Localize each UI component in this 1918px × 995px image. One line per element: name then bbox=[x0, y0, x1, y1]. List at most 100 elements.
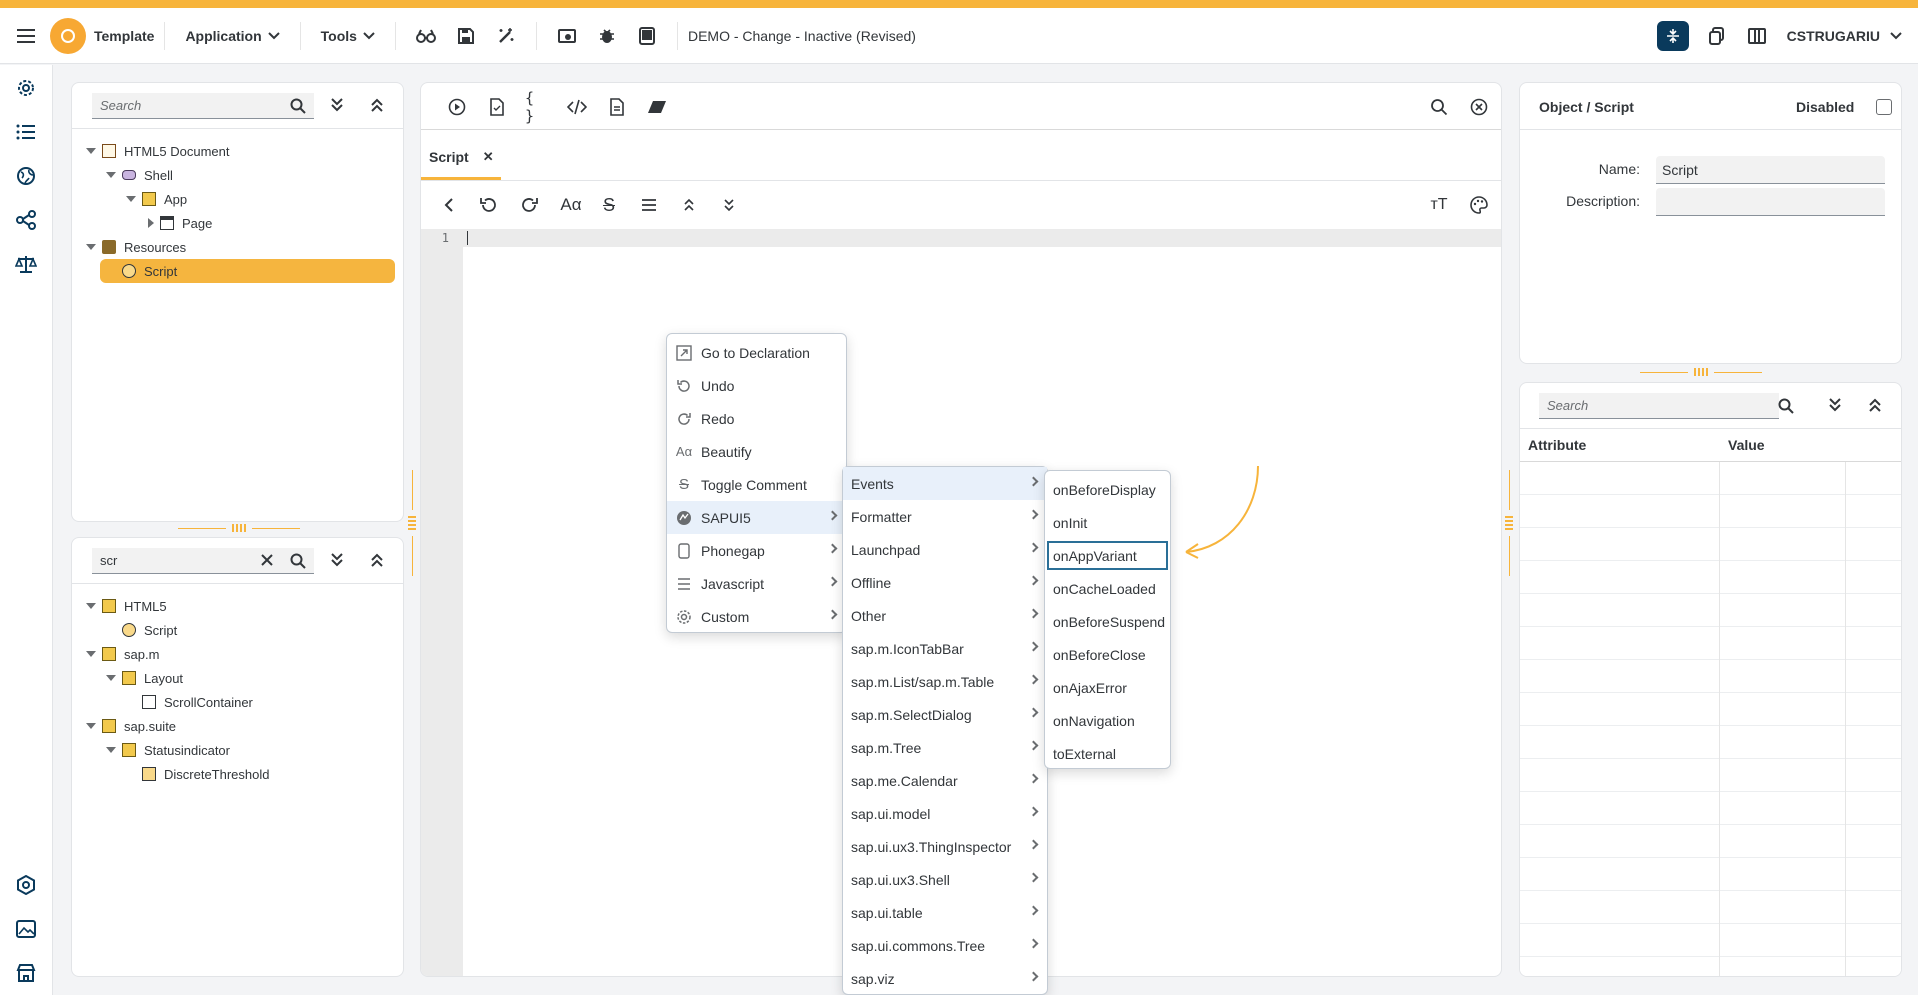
palette-icon[interactable] bbox=[1467, 193, 1491, 217]
search-icon[interactable] bbox=[290, 553, 306, 569]
menu-item-undo[interactable]: Undo bbox=[667, 369, 846, 402]
tree-node-scrollcontainer[interactable]: ScrollContainer bbox=[142, 690, 253, 714]
gear-icon[interactable] bbox=[13, 75, 39, 101]
vertical-splitter-right[interactable] bbox=[1504, 470, 1514, 576]
hexagon-icon[interactable] bbox=[13, 872, 39, 898]
submenu-item[interactable]: Events bbox=[843, 467, 1047, 500]
columns-icon[interactable] bbox=[1737, 27, 1777, 44]
tree-search-input[interactable]: Search bbox=[92, 93, 314, 119]
image-icon[interactable] bbox=[13, 916, 39, 942]
submenu-item[interactable]: sap.ui.table bbox=[843, 896, 1047, 929]
menu-item-beautify[interactable]: Aα Beautify bbox=[667, 435, 846, 468]
submenu-item[interactable]: Other bbox=[843, 599, 1047, 632]
font-size-icon[interactable]: ᴛT bbox=[1427, 193, 1451, 217]
event-item[interactable]: onBeforeDisplay bbox=[1045, 473, 1170, 506]
bug-icon[interactable] bbox=[587, 27, 627, 45]
eraser-icon[interactable] bbox=[645, 95, 669, 119]
tree-node-statusindicator[interactable]: Statusindicator bbox=[106, 738, 230, 762]
clear-icon[interactable] bbox=[260, 553, 274, 567]
expand-triangle-icon[interactable] bbox=[106, 747, 116, 753]
submenu-item[interactable]: sap.ui.ux3.ThingInspector bbox=[843, 830, 1047, 863]
event-item[interactable]: onAjaxError bbox=[1045, 671, 1170, 704]
event-item-focused[interactable]: onAppVariant bbox=[1047, 541, 1168, 570]
unfold-all-icon[interactable] bbox=[717, 193, 741, 217]
horizontal-splitter[interactable] bbox=[1640, 368, 1762, 376]
close-circle-icon[interactable] bbox=[1467, 95, 1491, 119]
tablet-icon[interactable] bbox=[627, 26, 667, 45]
app-logo[interactable] bbox=[50, 17, 86, 54]
save-icon[interactable] bbox=[446, 27, 486, 45]
collapse-all-icon[interactable] bbox=[370, 552, 384, 568]
expand-triangle-icon[interactable] bbox=[126, 196, 136, 202]
submenu-item[interactable]: sap.me.Calendar bbox=[843, 764, 1047, 797]
submenu-item[interactable]: sap.m.Tree bbox=[843, 731, 1047, 764]
menu-item-sapui5[interactable]: SAPUI5 bbox=[667, 501, 846, 534]
menu-item-go-to-declaration[interactable]: Go to Declaration bbox=[667, 336, 846, 369]
event-item[interactable]: onBeforeSuspend bbox=[1045, 605, 1170, 638]
code-icon[interactable] bbox=[565, 95, 589, 119]
tab-script[interactable]: Script ✕ bbox=[429, 139, 494, 175]
submenu-item[interactable]: Launchpad bbox=[843, 533, 1047, 566]
menu-item-javascript[interactable]: Javascript bbox=[667, 567, 846, 600]
tools-menu-button[interactable]: Tools bbox=[311, 28, 385, 44]
list-icon[interactable] bbox=[13, 119, 39, 145]
expand-triangle-icon[interactable] bbox=[86, 244, 96, 250]
expand-all-icon[interactable] bbox=[330, 552, 344, 568]
hamburger-menu-icon[interactable] bbox=[0, 8, 52, 63]
expand-triangle-icon[interactable] bbox=[86, 651, 96, 657]
expand-triangle-icon[interactable] bbox=[106, 172, 116, 178]
submenu-item[interactable]: sap.m.SelectDialog bbox=[843, 698, 1047, 731]
toggle-layout-icon[interactable] bbox=[1656, 20, 1689, 51]
menu-item-toggle-comment[interactable]: S Toggle Comment bbox=[667, 468, 846, 501]
user-name[interactable]: CSTRUGARIU bbox=[1787, 28, 1880, 44]
event-item[interactable]: onCacheLoaded bbox=[1045, 572, 1170, 605]
search-icon[interactable] bbox=[290, 98, 306, 114]
menu-item-phonegap[interactable]: Phonegap bbox=[667, 534, 846, 567]
search-icon[interactable] bbox=[1778, 398, 1794, 414]
chevron-left-icon[interactable] bbox=[437, 193, 461, 217]
event-item[interactable]: onBeforeClose bbox=[1045, 638, 1170, 671]
description-field[interactable] bbox=[1656, 188, 1885, 216]
tree-node-sap-suite[interactable]: sap.suite bbox=[86, 714, 176, 738]
copy-icon[interactable] bbox=[1697, 26, 1737, 45]
collapsed-triangle-icon[interactable] bbox=[148, 218, 154, 228]
disabled-checkbox[interactable] bbox=[1876, 99, 1892, 115]
submenu-item[interactable]: sap.ui.commons.Tree bbox=[843, 929, 1047, 962]
name-field[interactable]: Script bbox=[1656, 156, 1885, 184]
app-title[interactable]: Template bbox=[94, 28, 154, 44]
tree-node-html5-document[interactable]: HTML5 Document bbox=[86, 139, 229, 163]
attributes-search-input[interactable]: Search bbox=[1539, 393, 1779, 419]
tree-node-shell[interactable]: Shell bbox=[106, 163, 173, 187]
collapse-all-icon[interactable] bbox=[1868, 397, 1882, 413]
play-icon[interactable] bbox=[445, 95, 469, 119]
share-icon[interactable] bbox=[13, 207, 39, 233]
expand-all-icon[interactable] bbox=[330, 97, 344, 113]
application-menu-button[interactable]: Application bbox=[175, 28, 289, 44]
menu-item-redo[interactable]: Redo bbox=[667, 402, 846, 435]
store-icon[interactable] bbox=[13, 960, 39, 986]
expand-triangle-icon[interactable] bbox=[86, 723, 96, 729]
expand-all-icon[interactable] bbox=[1828, 397, 1842, 413]
horizontal-splitter[interactable] bbox=[178, 524, 300, 532]
binoculars-icon[interactable] bbox=[406, 29, 446, 43]
undo-icon[interactable] bbox=[477, 193, 501, 217]
magic-wand-icon[interactable] bbox=[486, 27, 526, 45]
align-icon[interactable] bbox=[637, 193, 661, 217]
close-tab-icon[interactable]: ✕ bbox=[483, 149, 494, 165]
submenu-item[interactable]: sap.m.IconTabBar bbox=[843, 632, 1047, 665]
tree-node-html5[interactable]: HTML5 bbox=[86, 594, 167, 618]
vertical-splitter-left[interactable] bbox=[407, 470, 417, 576]
submenu-item[interactable]: sap.ui.ux3.Shell bbox=[843, 863, 1047, 896]
submenu-item[interactable]: Formatter bbox=[843, 500, 1047, 533]
menu-item-custom[interactable]: Custom bbox=[667, 600, 846, 633]
submenu-item[interactable]: sap.viz bbox=[843, 962, 1047, 995]
chevron-down-icon[interactable] bbox=[1890, 31, 1902, 40]
search-icon[interactable] bbox=[1427, 95, 1451, 119]
expand-triangle-icon[interactable] bbox=[106, 675, 116, 681]
expand-triangle-icon[interactable] bbox=[86, 603, 96, 609]
fold-all-icon[interactable] bbox=[677, 193, 701, 217]
submenu-item[interactable]: sap.m.List/sap.m.Table bbox=[843, 665, 1047, 698]
collapse-all-icon[interactable] bbox=[370, 97, 384, 113]
expand-triangle-icon[interactable] bbox=[86, 148, 96, 154]
tree-node-page[interactable]: Page bbox=[148, 211, 212, 235]
